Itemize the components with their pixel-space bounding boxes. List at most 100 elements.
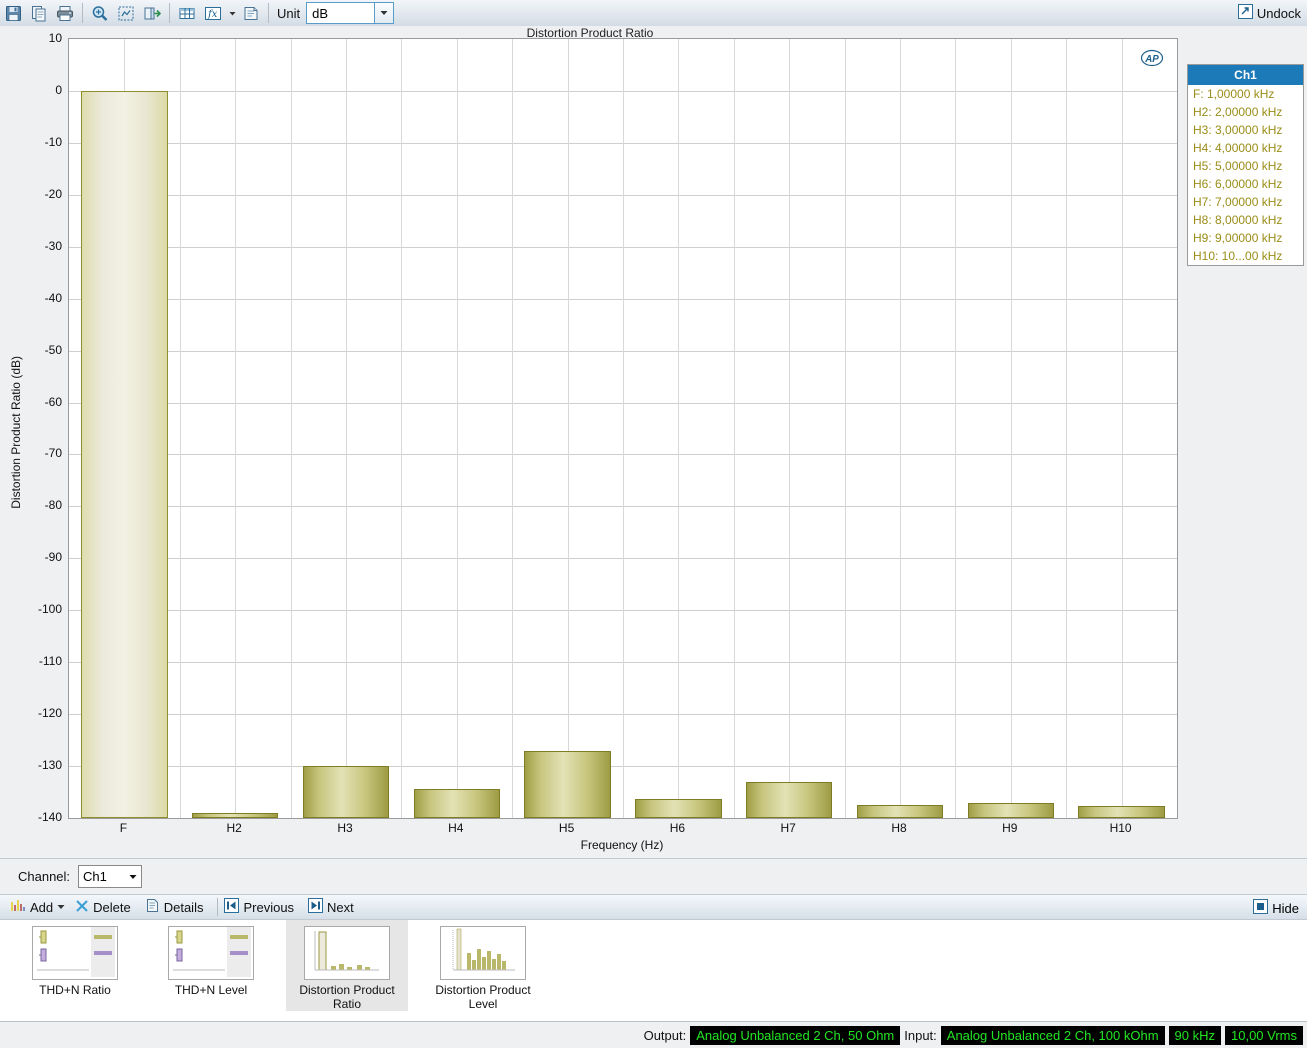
chevron-down-icon <box>129 874 137 879</box>
x-tick-label: F <box>119 821 128 835</box>
legend-item: H8: 8,00000 kHz <box>1193 213 1283 227</box>
y-tick-label: 0 <box>55 82 62 97</box>
properties-icon[interactable] <box>238 1 264 25</box>
legend-header: Ch1 <box>1188 65 1303 85</box>
channel-label: Channel: <box>18 869 71 884</box>
table-icon[interactable] <box>174 1 200 25</box>
bar-h10[interactable] <box>1078 806 1165 818</box>
thumbnail-caption: Distortion Product Ratio <box>299 983 395 1011</box>
chevron-down-icon[interactable] <box>226 1 238 25</box>
x-tick-label: H4 <box>448 821 464 835</box>
input-value: Analog Unbalanced 2 Ch, 100 kOhm <box>940 1025 1165 1045</box>
bar-h2[interactable] <box>191 812 279 818</box>
gridline <box>69 818 1177 819</box>
y-tick-label: -90 <box>44 550 62 565</box>
y-tick-label: -80 <box>44 498 62 513</box>
thumbnail-strip: THD+N Ratio THD+N Level Distortion Product… <box>0 920 1307 1022</box>
unit-label: Unit <box>277 5 301 21</box>
x-tick-label: H7 <box>780 821 796 835</box>
thumbnail-item[interactable]: Distortion Product Level <box>422 920 544 1011</box>
y-tick-label: -120 <box>37 706 62 721</box>
previous-button[interactable]: Previous <box>224 898 294 916</box>
y-tick-label: -20 <box>44 186 62 201</box>
add-button[interactable]: Add <box>10 898 53 916</box>
formula-icon[interactable]: fx <box>200 1 226 25</box>
thumbnail-item[interactable]: Distortion Product Ratio <box>286 920 408 1011</box>
gridline <box>845 39 846 818</box>
y-axis-label: Distortion Product Ratio (dB) <box>9 356 23 509</box>
legend-item: H4: 4,00000 kHz <box>1193 141 1283 155</box>
action-bar: Add Delete Details Previous Next Hide <box>0 894 1307 920</box>
details-icon <box>145 898 160 916</box>
gridline-center <box>789 39 790 818</box>
copy-icon[interactable] <box>26 1 52 25</box>
legend-items: F: 1,00000 kHz H2: 2,00000 kHz H3: 3,00000… <box>1188 85 1303 265</box>
bar-h9[interactable] <box>967 803 1054 818</box>
zoom-icon[interactable] <box>87 1 113 25</box>
next-label: Next <box>327 899 354 915</box>
fit-icon[interactable] <box>113 1 139 25</box>
x-axis-label: Frequency (Hz) <box>580 838 664 852</box>
bar-h3[interactable] <box>302 766 390 818</box>
gridline-center <box>235 39 236 818</box>
x-tick-label: H9 <box>1002 821 1018 835</box>
bar-f[interactable] <box>81 90 168 818</box>
thumbnail-preview <box>168 926 254 980</box>
next-button[interactable]: Next <box>308 898 354 916</box>
thumbnail-caption: THD+N Ratio <box>39 983 111 997</box>
toolbar-separator <box>82 3 83 23</box>
bar-h5[interactable] <box>524 750 611 818</box>
input-label: Input: <box>904 1027 937 1043</box>
print-icon[interactable] <box>52 1 78 25</box>
gridline-center <box>568 39 569 818</box>
chart-panel: Distortion Product Ratio Distortion Prod… <box>0 26 1307 858</box>
y-tick-label: -10 <box>44 134 62 149</box>
y-tick-label: -40 <box>44 290 62 305</box>
undock-button[interactable]: Undock <box>1237 3 1301 23</box>
y-tick-label: -100 <box>37 602 62 617</box>
legend-item: H6: 6,00000 kHz <box>1193 177 1283 191</box>
legend-item: H3: 3,00000 kHz <box>1193 123 1283 137</box>
level-value: 10,00 Vrms <box>1225 1025 1303 1045</box>
bar-h6[interactable] <box>635 798 722 818</box>
thumbnail-item[interactable]: THD+N Level <box>150 920 272 997</box>
gridline <box>401 39 402 818</box>
hide-button[interactable]: Hide <box>1253 899 1299 917</box>
export-icon[interactable] <box>139 1 165 25</box>
gridline <box>180 39 181 818</box>
gridline <box>955 39 956 818</box>
save-icon[interactable] <box>0 1 26 25</box>
output-label: Output: <box>643 1027 687 1043</box>
bar-h8[interactable] <box>856 805 944 818</box>
bar-h4[interactable] <box>413 789 500 818</box>
gridline <box>623 39 624 818</box>
toolbar: fx Unit dB Undock <box>0 0 1307 27</box>
delete-button[interactable]: Delete <box>75 899 131 916</box>
add-dropdown-arrow[interactable] <box>57 904 65 910</box>
thumbnail-caption: THD+N Level <box>174 983 248 997</box>
chevron-down-icon <box>57 905 65 909</box>
add-label: Add <box>30 899 54 915</box>
gridline-center <box>457 39 458 818</box>
legend-item: H2: 2,00000 kHz <box>1193 105 1283 119</box>
ap-logo-icon: AP <box>1140 49 1164 67</box>
details-button[interactable]: Details <box>145 898 203 916</box>
add-icon <box>10 898 26 916</box>
channel-select-value: Ch1 <box>83 869 107 884</box>
x-tick-label: H5 <box>558 821 575 835</box>
undock-label: Undock <box>1256 5 1301 21</box>
next-icon <box>308 898 324 916</box>
bar-h7[interactable] <box>745 781 833 818</box>
svg-text:AP: AP <box>1144 54 1159 65</box>
unit-dropdown-arrow[interactable] <box>375 2 395 24</box>
channel-select[interactable]: Ch1 <box>78 865 143 888</box>
y-tick-label: -50 <box>44 342 62 357</box>
plot-area[interactable]: AP <box>68 38 1178 819</box>
x-tick-label: H2 <box>226 821 242 835</box>
unit-input[interactable]: dB <box>306 2 376 24</box>
hide-icon <box>1253 899 1269 917</box>
previous-icon <box>224 898 240 916</box>
gridline-center <box>900 39 901 818</box>
thumbnail-item[interactable]: THD+N Ratio <box>14 920 136 997</box>
legend-item: F: 1,00000 kHz <box>1193 87 1275 101</box>
